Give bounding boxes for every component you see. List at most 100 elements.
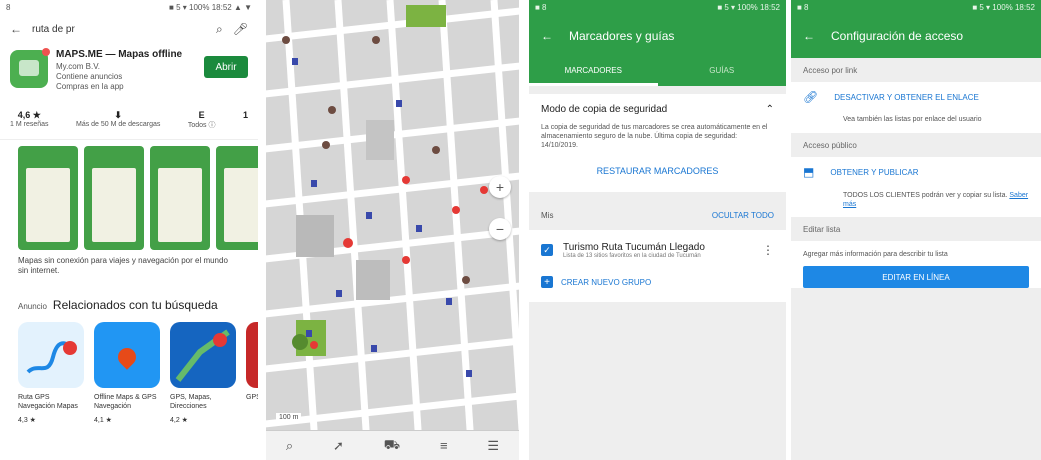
backup-title-row: Modo de copia de seguridad ⌃ bbox=[529, 94, 786, 119]
stat-downloads: ⬇ Más de 50 M de descargas bbox=[76, 110, 160, 133]
bookmarks-screen: ■ 8 ■ 5 ▾ 100% 18:52 ← Marcadores y guía… bbox=[529, 0, 786, 460]
tab-guides[interactable]: GUÍAS bbox=[658, 58, 787, 86]
publish-icon: ⬒ bbox=[803, 165, 815, 179]
link-access-action[interactable]: DESACTIVAR Y OBTENER EL ENLACE bbox=[834, 93, 979, 102]
app-icon bbox=[10, 48, 50, 88]
edit-info: Agregar más información para describir t… bbox=[803, 251, 948, 258]
checkbox-icon[interactable]: ✓ bbox=[541, 244, 553, 256]
app-developer[interactable]: My.com B.V. bbox=[56, 62, 196, 72]
street-grid bbox=[266, 0, 519, 460]
bookmark-list-item[interactable]: ✓ Turismo Ruta Tucumán Llegado Lista de … bbox=[529, 230, 786, 270]
screen-title: Configuración de acceso bbox=[831, 29, 964, 43]
app-description[interactable]: Mapas sin conexión para viajes y navegac… bbox=[0, 252, 258, 286]
ad-label: Anuncio bbox=[18, 302, 47, 311]
screen-title: Marcadores y guías bbox=[569, 29, 675, 43]
app-icon-badge bbox=[42, 48, 50, 56]
pin-shape bbox=[114, 344, 140, 370]
screenshot-carousel[interactable] bbox=[0, 140, 258, 252]
link-icon: 🔗︎ bbox=[803, 90, 819, 104]
open-button[interactable]: Abrir bbox=[204, 56, 248, 78]
more-options-icon[interactable]: ⋮ bbox=[762, 243, 774, 257]
link-access-sub: Vea también las listas por enlace del us… bbox=[843, 116, 982, 123]
stat-label: Todos ⓘ bbox=[187, 122, 216, 129]
create-group-button[interactable]: + CREAR NUEVO GRUPO bbox=[529, 270, 786, 302]
link-access-row[interactable]: 🔗︎ DESACTIVAR Y OBTENER EL ENLACE bbox=[791, 82, 1041, 112]
list-name: Turismo Ruta Tucumán Llegado bbox=[563, 241, 705, 253]
status-right: ■ 5 ▾ 100% 18:52 bbox=[717, 2, 780, 12]
link-access-group: 🔗︎ DESACTIVAR Y OBTENER EL ENLACE Vea ta… bbox=[791, 82, 1041, 133]
screenshot-thumb[interactable] bbox=[18, 146, 78, 250]
status-bar: ■ 8 ■ 5 ▾ 100% 18:52 bbox=[791, 0, 1041, 14]
search-icon[interactable]: ⌕ bbox=[216, 22, 223, 37]
status-right: ■ 5 ▾ 100% 18:52 bbox=[972, 2, 1035, 12]
search-bar[interactable]: ← ruta de pr ⌕ 🎤︎ bbox=[0, 14, 258, 44]
bookmarks-icon[interactable]: ≡ bbox=[440, 438, 448, 453]
app-bar: ← Marcadores y guías bbox=[529, 14, 786, 58]
microphone-icon[interactable]: 🎤︎ bbox=[233, 22, 248, 36]
stat-label: Más de 50 M de descargas bbox=[75, 121, 161, 128]
zoom-in-button[interactable]: + bbox=[489, 176, 511, 198]
status-left: ■ 8 bbox=[797, 2, 809, 12]
back-arrow-icon[interactable]: ← bbox=[541, 29, 553, 43]
related-title: Relacionados con tu búsqueda bbox=[52, 298, 218, 312]
backup-card: Modo de copia de seguridad ⌃ La copia de… bbox=[529, 94, 786, 192]
app-header: MAPS.ME — Mapas offline My.com B.V. Cont… bbox=[0, 44, 258, 104]
map-toolbar: ⌕ ➚ ⛟ ≡ ☰ bbox=[266, 430, 519, 460]
back-arrow-icon[interactable]: ← bbox=[10, 22, 22, 36]
group-header-edit: Editar lista bbox=[803, 225, 841, 234]
list-description: Lista de 13 sitios favoritos en la ciuda… bbox=[563, 252, 701, 259]
list-item-text: Turismo Ruta Tucumán Llegado Lista de 13… bbox=[563, 242, 752, 259]
edit-online-button[interactable]: EDITAR EN LÍNEA bbox=[803, 266, 1029, 288]
route-icon[interactable]: ➚ bbox=[333, 438, 344, 454]
create-group-label: CREAR NUEVO GRUPO bbox=[561, 277, 652, 287]
search-icon[interactable]: ⌕ bbox=[286, 438, 293, 454]
stat-value: 1 bbox=[242, 110, 248, 120]
menu-icon[interactable]: ☰ bbox=[487, 438, 499, 454]
discovery-icon[interactable]: ⛟ bbox=[384, 437, 400, 455]
related-app-name: Ruta GPS Navegación Mapas bbox=[18, 394, 78, 410]
access-settings-screen: ■ 8 ■ 5 ▾ 100% 18:52 ← Configuración de … bbox=[791, 0, 1041, 460]
related-app[interactable]: GPS bbox=[246, 322, 258, 425]
app-stats: 4,6 ★ 1 M reseñas ⬇ Más de 50 M de descarg… bbox=[0, 104, 258, 140]
play-store-screen: 8 ■ 5 ▾ 100% 18:52 ▲ ▼ ← ruta de pr ⌕ 🎤︎… bbox=[0, 0, 258, 460]
app-ads-note: Contiene anuncios bbox=[56, 72, 123, 81]
map-view[interactable]: + − 100 m ⌕ ➚ ⛟ ≡ ☰ bbox=[266, 0, 519, 460]
search-query[interactable]: ruta de pr bbox=[32, 24, 206, 35]
tab-bookmarks[interactable]: MARCADORES bbox=[529, 58, 658, 86]
stat-rating: 4,6 ★ 1 M reseñas bbox=[10, 110, 49, 133]
screenshot-thumb[interactable] bbox=[84, 146, 144, 250]
gps-route-icon bbox=[175, 329, 230, 382]
status-right: ■ 5 ▾ 100% 18:52 ▲ ▼ bbox=[169, 2, 252, 12]
screenshot-thumb[interactable] bbox=[150, 146, 210, 250]
status-left: 8 bbox=[6, 2, 11, 12]
related-apps-list: Ruta GPS Navegación Mapas 4,3 ★ Offline … bbox=[0, 318, 258, 425]
related-header: Anuncio Relacionados con tu búsqueda bbox=[0, 286, 258, 318]
download-icon: ⬇ bbox=[114, 110, 122, 120]
back-arrow-icon[interactable]: ← bbox=[803, 29, 815, 43]
app-name: MAPS.ME — Mapas offline bbox=[56, 49, 183, 60]
hide-all-button[interactable]: OCULTAR TODO bbox=[712, 211, 774, 220]
public-access-action[interactable]: OBTENER Y PUBLICAR bbox=[830, 168, 918, 177]
stat-label: 1 M reseñas bbox=[10, 121, 49, 128]
related-app[interactable]: Ruta GPS Navegación Mapas 4,3 ★ bbox=[18, 322, 84, 425]
app-bar: ← Configuración de acceso bbox=[791, 14, 1041, 58]
related-app[interactable]: Offline Maps & GPS Navegación 4,1 ★ bbox=[94, 322, 160, 425]
related-app-name: GPS bbox=[246, 394, 258, 401]
my-section-header: Mis OCULTAR TODO bbox=[529, 200, 786, 230]
related-app-rating: 4,2 ★ bbox=[170, 417, 188, 424]
screenshot-thumb[interactable] bbox=[216, 146, 258, 250]
public-access-group: ⬒ OBTENER Y PUBLICAR TODOS LOS CLIENTES … bbox=[791, 157, 1041, 217]
route-map-icon bbox=[26, 341, 77, 374]
zoom-out-button[interactable]: − bbox=[489, 218, 511, 240]
map-scale: 100 m bbox=[276, 413, 302, 422]
public-access-note: TODOS LOS CLIENTES podrán ver y copiar s… bbox=[843, 192, 1008, 199]
chevron-icon[interactable]: ⌃ bbox=[766, 104, 774, 115]
public-access-row[interactable]: ⬒ OBTENER Y PUBLICAR bbox=[791, 157, 1041, 187]
related-app[interactable]: GPS, Mapas, Direcciones 4,2 ★ bbox=[170, 322, 236, 425]
backup-title: Modo de copia de seguridad bbox=[541, 104, 668, 115]
status-bar: 8 ■ 5 ▾ 100% 18:52 ▲ ▼ bbox=[0, 0, 258, 14]
stat-extra: 1 bbox=[243, 110, 248, 133]
restore-bookmarks-button[interactable]: RESTAURAR MARCADORES bbox=[529, 154, 786, 192]
related-app-name: Offline Maps & GPS Navegación bbox=[94, 394, 157, 410]
group-header-link: Acceso por link bbox=[803, 66, 858, 75]
